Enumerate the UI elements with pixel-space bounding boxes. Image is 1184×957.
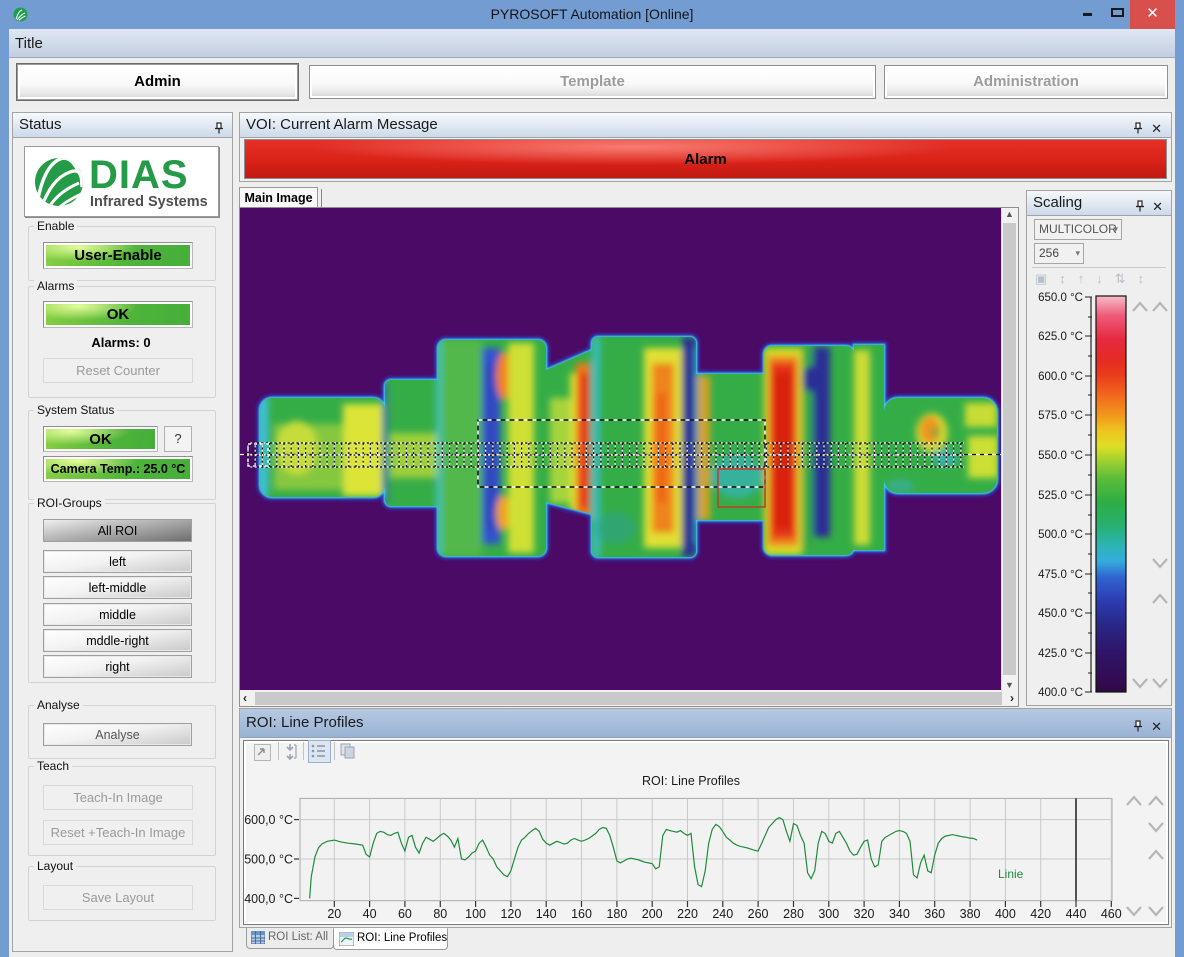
svg-text:140: 140 xyxy=(536,907,557,921)
svg-text:400: 400 xyxy=(995,907,1016,921)
svg-text:420: 420 xyxy=(1030,907,1051,921)
svg-text:475.0 °C: 475.0 °C xyxy=(1038,569,1083,581)
svg-text:Linie: Linie xyxy=(998,867,1024,881)
svg-text:525.0 °C: 525.0 °C xyxy=(1038,490,1083,502)
svg-text:575.0 °C: 575.0 °C xyxy=(1038,410,1083,422)
svg-text:80: 80 xyxy=(433,907,447,921)
svg-text:100: 100 xyxy=(465,907,486,921)
svg-text:DIAS: DIAS xyxy=(89,153,189,197)
svg-text:400.0 °C: 400.0 °C xyxy=(1038,687,1083,699)
svg-text:320: 320 xyxy=(854,907,875,921)
svg-text:260: 260 xyxy=(748,907,769,921)
svg-text:440: 440 xyxy=(1066,907,1087,921)
svg-text:650.0 °C: 650.0 °C xyxy=(1038,292,1083,304)
svg-text:ROI: Line Profiles: ROI: Line Profiles xyxy=(642,774,740,788)
svg-text:500,0 °C: 500,0 °C xyxy=(244,853,293,867)
svg-text:240: 240 xyxy=(712,907,733,921)
svg-text:450.0 °C: 450.0 °C xyxy=(1038,608,1083,620)
svg-text:20: 20 xyxy=(327,907,341,921)
svg-text:220: 220 xyxy=(677,907,698,921)
svg-text:40: 40 xyxy=(363,907,377,921)
svg-text:600.0 °C: 600.0 °C xyxy=(1038,371,1083,383)
svg-text:300: 300 xyxy=(818,907,839,921)
svg-text:340: 340 xyxy=(889,907,910,921)
svg-text:425.0 °C: 425.0 °C xyxy=(1038,648,1083,660)
svg-text:Infrared Systems: Infrared Systems xyxy=(90,194,208,210)
svg-text:120: 120 xyxy=(500,907,521,921)
svg-text:400,0 °C: 400,0 °C xyxy=(244,892,293,906)
svg-text:500.0 °C: 500.0 °C xyxy=(1038,529,1083,541)
svg-text:180: 180 xyxy=(606,907,627,921)
svg-text:460: 460 xyxy=(1101,907,1122,921)
svg-text:550.0 °C: 550.0 °C xyxy=(1038,450,1083,462)
svg-text:380: 380 xyxy=(960,907,981,921)
svg-text:600,0 °C: 600,0 °C xyxy=(244,813,293,827)
svg-text:280: 280 xyxy=(783,907,804,921)
svg-text:360: 360 xyxy=(924,907,945,921)
svg-text:200: 200 xyxy=(642,907,663,921)
svg-text:60: 60 xyxy=(398,907,412,921)
svg-text:625.0 °C: 625.0 °C xyxy=(1038,331,1083,343)
svg-text:160: 160 xyxy=(571,907,592,921)
